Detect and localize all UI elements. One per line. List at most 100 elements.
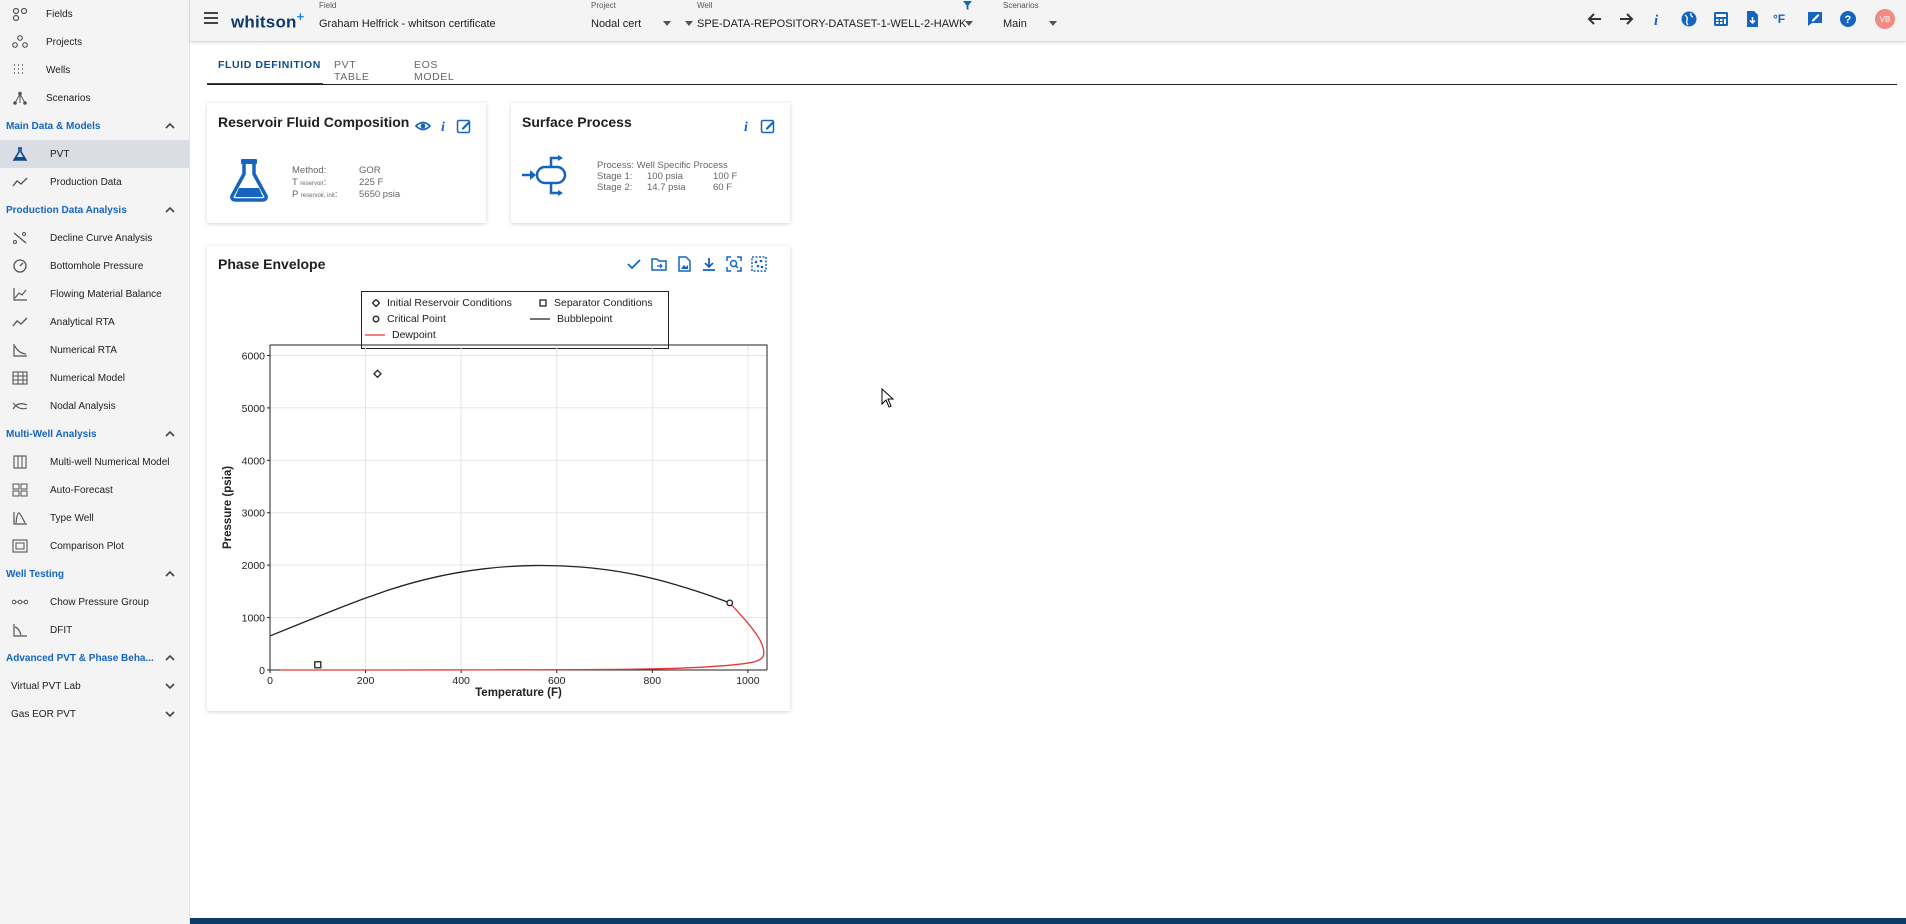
dfit-icon: [13, 624, 27, 637]
unit-toggle[interactable]: °F: [1773, 12, 1791, 30]
sidebar-item-analytical-rta[interactable]: Analytical RTA: [0, 308, 189, 336]
y-tick-label: 3000: [242, 508, 266, 520]
info-icon[interactable]: i: [739, 118, 755, 134]
back-arrow-icon[interactable]: [1586, 10, 1604, 28]
scenarios-caption: Scenarios: [1003, 1, 1039, 10]
sidebar-item-multi-well-numerical-model[interactable]: Multi-well Numerical Model: [0, 448, 189, 476]
globe-icon[interactable]: [1680, 10, 1698, 28]
sidebar-group-gas-eor-pvt[interactable]: Gas EOR PVT: [0, 700, 189, 728]
dewpoint-line: [279, 602, 765, 671]
trend-icon: [12, 177, 28, 187]
comparison-icon: [12, 539, 28, 553]
sidebar-item-comparison-plot[interactable]: Comparison Plot: [0, 532, 189, 560]
sidebar-item-label: Bottomhole Pressure: [50, 260, 144, 272]
typewell-icon: [13, 512, 27, 525]
help-icon[interactable]: ?: [1839, 10, 1857, 28]
sidebar-item-wells[interactable]: Wells: [0, 56, 189, 84]
stage2-pressure: 14.7 psia: [647, 182, 686, 193]
sidebar-item-auto-forecast[interactable]: Auto-Forecast: [0, 476, 189, 504]
svg-text:i: i: [744, 120, 748, 134]
sidebar-section-header[interactable]: Production Data Analysis: [0, 196, 189, 224]
calculator-icon[interactable]: [1712, 10, 1730, 28]
sidebar-item-label: Projects: [46, 36, 83, 48]
project-caption: Project: [591, 1, 616, 10]
file-download-icon[interactable]: [1743, 10, 1761, 28]
x-axis-label: Temperature (F): [475, 687, 562, 699]
chevron-up-icon: [165, 122, 175, 129]
t-reservoir-value: 225 F: [359, 177, 384, 188]
sidebar-item-production-data[interactable]: Production Data: [0, 168, 189, 196]
x-tick-label: 0: [267, 675, 273, 687]
tab-pvt-table[interactable]: PVT TABLE: [334, 55, 369, 85]
chevron-up-icon: [165, 654, 175, 661]
separator-icon: [522, 155, 567, 196]
sidebar-item-bottomhole-pressure[interactable]: Bottomhole Pressure: [0, 252, 189, 280]
menu-icon[interactable]: [204, 12, 218, 24]
well-caption: Well: [697, 1, 713, 10]
method-label: Method:: [292, 165, 327, 176]
sidebar-item-label: Numerical RTA: [50, 344, 117, 356]
chow-icon: [12, 599, 28, 605]
sidebar-section-header[interactable]: Main Data & Models: [0, 112, 189, 140]
sidebar-item-label: Type Well: [50, 512, 94, 524]
stage1-temperature: 100 F: [713, 171, 738, 182]
stage1-pressure: 100 psia: [647, 171, 683, 182]
fmb-icon: [13, 288, 27, 301]
group-label: Virtual PVT Lab: [11, 680, 81, 692]
scenarios-select[interactable]: Scenarios Main: [1003, 0, 1073, 36]
sidebar-item-label: Scenarios: [46, 92, 91, 104]
info-icon[interactable]: i: [436, 118, 452, 134]
well-select[interactable]: Well SPE-DATA-REPOSITORY-DATASET-1-WELL-…: [697, 0, 987, 36]
field-select[interactable]: Field Graham Helfrick - whitson certific…: [319, 0, 693, 36]
project-select[interactable]: Project Nodal cert: [591, 0, 671, 36]
multiwell-icon: [13, 455, 27, 469]
filter-icon[interactable]: [963, 1, 972, 10]
sidebar-item-label: Wells: [46, 64, 71, 76]
forward-arrow-icon[interactable]: [1617, 10, 1635, 28]
y-tick-label: 4000: [242, 455, 266, 467]
phase-envelope-chart[interactable]: 0 200 400 600 800 1000 0 1000 2000 3000 4000 5000 60…: [207, 246, 790, 711]
sidebar-item-nodal-analysis[interactable]: Nodal Analysis: [0, 392, 189, 420]
sidebar-item-numerical-model[interactable]: Numerical Model: [0, 364, 189, 392]
avatar[interactable]: VB: [1875, 9, 1895, 29]
feedback-icon[interactable]: [1806, 10, 1824, 28]
y-tick-label: 1000: [242, 613, 266, 625]
sidebar-item-scenarios[interactable]: Scenarios: [0, 84, 189, 112]
fields-icon: [12, 7, 28, 21]
x-tick-label: 800: [644, 675, 662, 687]
sidebar-item-chow-pressure-group[interactable]: Chow Pressure Group: [0, 588, 189, 616]
t-reservoir-label: T reservoir:: [292, 177, 327, 188]
eye-icon[interactable]: [415, 118, 431, 134]
sidebar-section-header[interactable]: Well Testing: [0, 560, 189, 588]
sidebar-item-dfit[interactable]: DFIT: [0, 616, 189, 644]
sidebar-item-projects[interactable]: Projects: [0, 28, 189, 56]
sidebar-item-label: Multi-well Numerical Model: [50, 456, 170, 468]
sidebar-group-virtual-pvt-lab[interactable]: Virtual PVT Lab: [0, 672, 189, 700]
edit-icon[interactable]: [760, 118, 776, 134]
decline-icon: [13, 232, 27, 244]
sidebar-item-decline-curve-analysis[interactable]: Decline Curve Analysis: [0, 224, 189, 252]
well-value: SPE-DATA-REPOSITORY-DATASET-1-WELL-2-HAW…: [697, 18, 967, 30]
svg-text:?: ?: [1845, 14, 1852, 26]
app-logo[interactable]: whitson+: [231, 9, 304, 33]
x-tick-label: 400: [452, 675, 470, 687]
sidebar-item-flowing-material-balance[interactable]: Flowing Material Balance: [0, 280, 189, 308]
y-tick-label: 5000: [242, 403, 266, 415]
sidebar-item-label: Nodal Analysis: [50, 400, 116, 412]
tab-fluid-definition[interactable]: FLUID DEFINITION: [207, 55, 323, 85]
p-reservoir-value: 5650 psia: [359, 189, 401, 200]
sidebar-section-header[interactable]: Multi-Well Analysis: [0, 420, 189, 448]
tab-eos-model[interactable]: EOS MODEL: [414, 55, 454, 85]
sidebar-item-fields[interactable]: Fields: [0, 0, 189, 28]
sidebar-item-numerical-rta[interactable]: Numerical RTA: [0, 336, 189, 364]
chevron-down-icon: [165, 711, 175, 718]
edit-icon[interactable]: [456, 118, 472, 134]
sidebar-item-type-well[interactable]: Type Well: [0, 504, 189, 532]
info-icon[interactable]: i: [1648, 10, 1666, 28]
scenarios-value: Main: [1003, 18, 1027, 30]
gauge-icon: [13, 259, 27, 273]
sidebar-item-pvt[interactable]: PVT: [0, 140, 189, 168]
sidebar-section-header[interactable]: Advanced PVT & Phase Beha...: [0, 644, 189, 672]
chevron-down-icon: [1049, 21, 1057, 26]
autoforecast-icon: [12, 483, 28, 497]
